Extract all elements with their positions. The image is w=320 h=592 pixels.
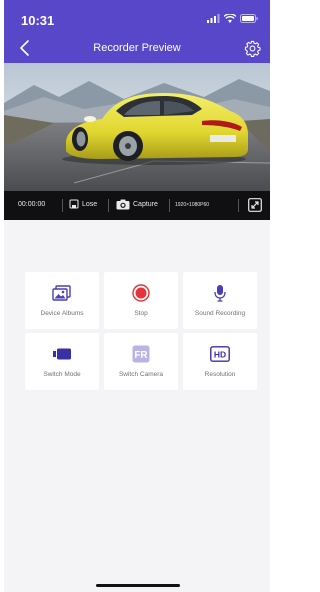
switch-mode-label: Switch Mode <box>43 371 81 378</box>
resolution-readout: 1920×1080P60 <box>175 202 210 208</box>
lose-label: Lose <box>82 200 98 208</box>
app-screen: 10:31 Recorder Preview 00:00:00 Lose Cap… <box>4 0 270 592</box>
stop-label: Stop <box>134 310 148 317</box>
divider <box>238 199 239 212</box>
sound-recording-label: Sound Recording <box>194 310 246 317</box>
settings-gear-icon[interactable] <box>244 40 261 57</box>
divider <box>169 199 170 212</box>
stop-record-icon <box>132 284 150 302</box>
photo-album-icon <box>52 285 71 301</box>
video-toolbar: 00:00:00 Lose Capture 1920×1080P60 <box>4 191 270 220</box>
switch-camera-icon: FR <box>132 345 150 363</box>
device-albums-button[interactable]: Device Albums <box>25 272 99 329</box>
capture-label: Capture <box>133 201 158 208</box>
microphone-icon <box>214 285 226 302</box>
status-time: 10:31 <box>21 13 55 28</box>
stop-button[interactable]: Stop <box>104 272 178 329</box>
switch-camera-badge: FR <box>134 350 148 361</box>
divider <box>62 199 63 212</box>
video-preview[interactable] <box>4 63 270 191</box>
status-icons <box>207 14 258 23</box>
header-bar: 10:31 Recorder Preview <box>4 0 270 63</box>
resolution-label: Resolution <box>204 371 236 378</box>
switch-mode-button[interactable]: Switch Mode <box>25 333 99 390</box>
capture-button[interactable]: Capture <box>116 199 158 210</box>
home-indicator[interactable] <box>96 584 180 587</box>
control-grid: Device Albums Stop Sound Recording Switc… <box>25 272 262 390</box>
battery-icon <box>240 14 258 23</box>
save-icon <box>69 199 79 209</box>
resolution-button[interactable]: HD Resolution <box>183 333 257 390</box>
page-title: Recorder Preview <box>93 42 181 54</box>
expand-icon[interactable] <box>248 198 262 212</box>
device-albums-label: Device Albums <box>40 310 84 317</box>
wifi-icon <box>224 14 236 23</box>
lose-button[interactable]: Lose <box>69 199 97 209</box>
sound-recording-button[interactable]: Sound Recording <box>183 272 257 329</box>
camera-icon <box>116 199 130 210</box>
preview-image <box>4 63 270 191</box>
hd-badge: HD <box>214 350 226 360</box>
elapsed-time: 00:00:00 <box>18 201 46 208</box>
divider <box>108 199 109 212</box>
video-camera-icon <box>53 348 71 360</box>
hd-icon: HD <box>210 346 230 362</box>
signal-icon <box>207 14 220 23</box>
switch-camera-button[interactable]: FR Switch Camera <box>104 333 178 390</box>
switch-camera-label: Switch Camera <box>118 371 164 378</box>
